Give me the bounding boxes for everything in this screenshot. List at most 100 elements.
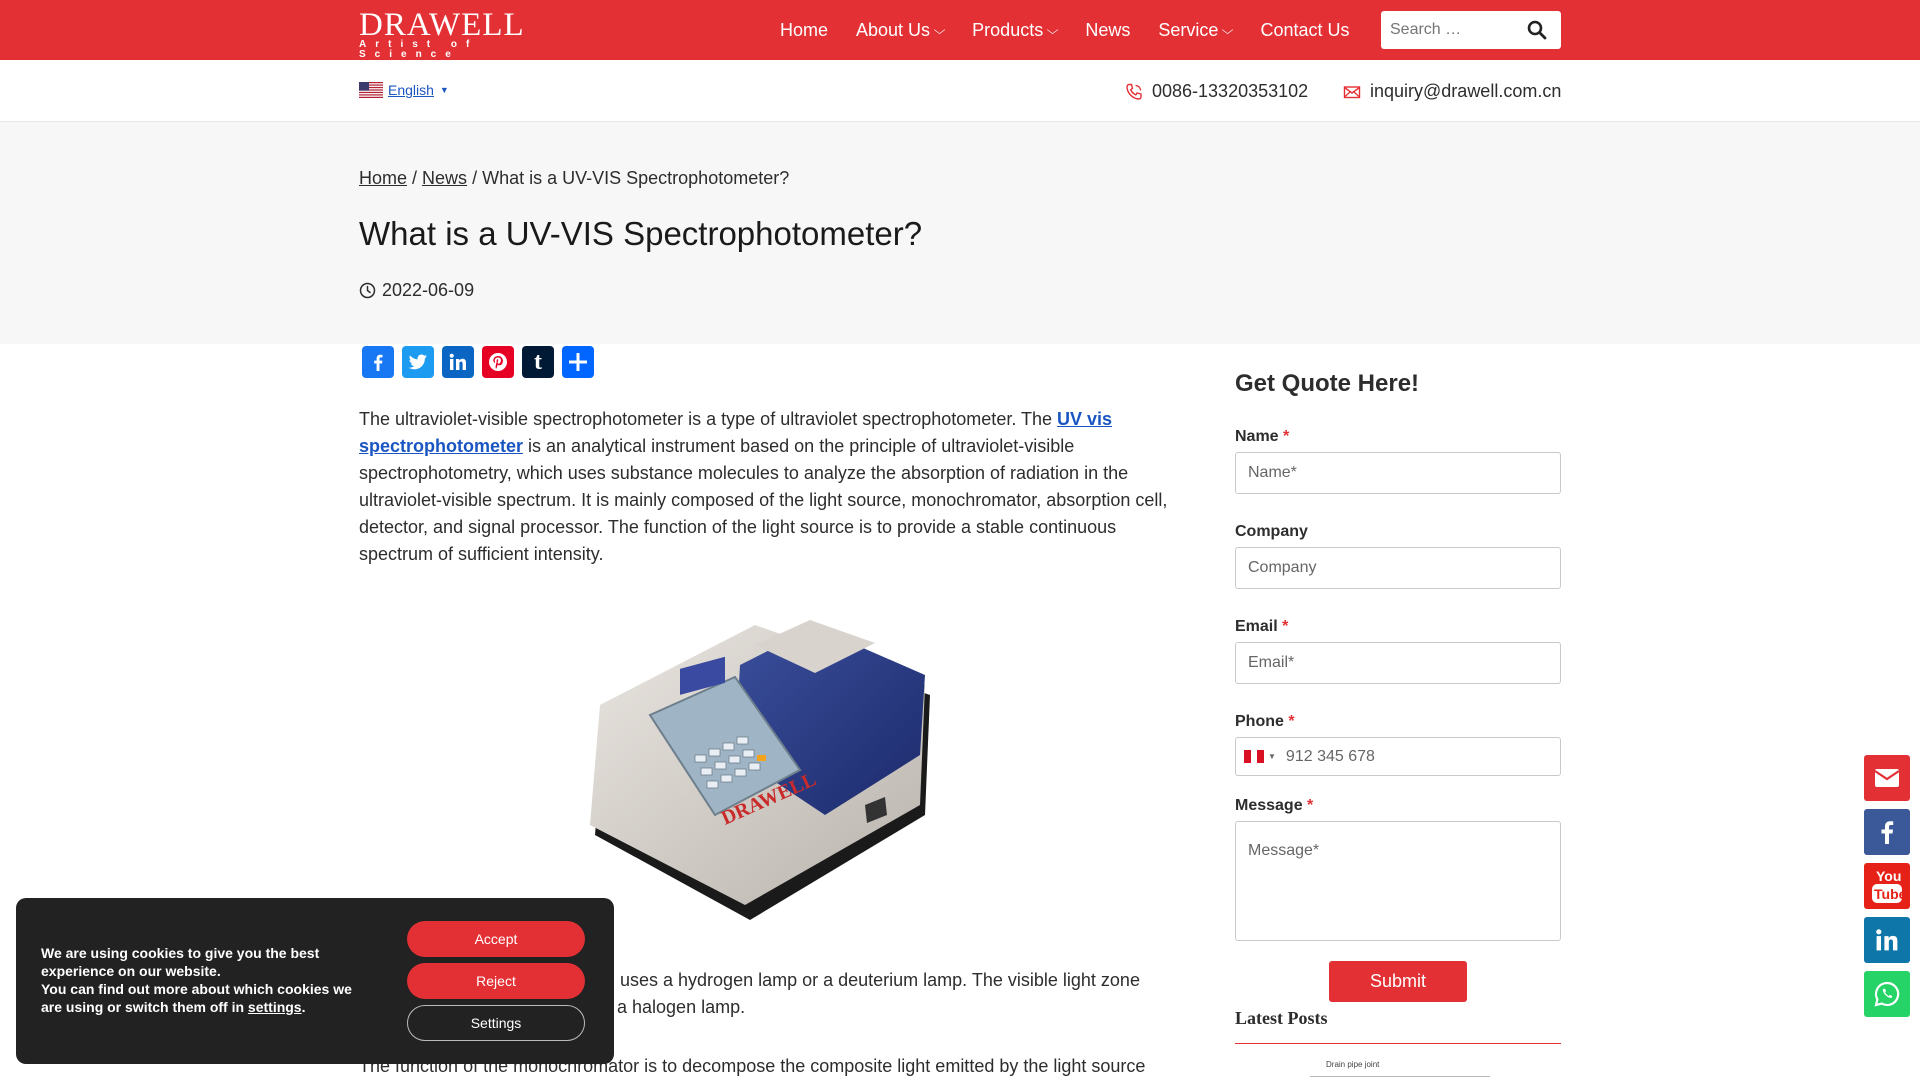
linkedin-share-button[interactable] (442, 346, 474, 378)
cookie-text-part: . (301, 999, 306, 1015)
cookie-consent-banner: We are using cookies to give you the bes… (16, 898, 614, 1064)
post-date: 2022-06-09 (359, 280, 474, 301)
nav-contact-us[interactable]: Contact Us (1260, 20, 1349, 41)
twitter-share-button[interactable] (402, 346, 434, 378)
page-title: What is a UV-VIS Spectrophotometer? (359, 215, 923, 252)
phone-number: 0086-13320353102 (1152, 81, 1309, 101)
required-mark: * (1288, 713, 1295, 730)
chevron-down-icon: ⌵ (933, 22, 946, 37)
linkedin-float-button[interactable] (1864, 917, 1910, 963)
article-paragraph: The ultraviolet-visible spectrophotomete… (359, 406, 1171, 568)
submit-button[interactable]: Submit (1329, 961, 1467, 1002)
mail-icon (1343, 85, 1361, 98)
thumbnail-caption: Drain pipe joint (1326, 1060, 1380, 1069)
search-input[interactable] (1390, 21, 1520, 39)
label-text: Name (1235, 428, 1279, 445)
name-label: Name * (1235, 428, 1561, 446)
youtube-float-button[interactable]: You Tube (1864, 863, 1910, 909)
chevron-down-icon: ⌵ (1046, 22, 1059, 37)
cookie-message-line: We are using cookies to give you the bes… (41, 945, 320, 979)
plus-icon (569, 353, 587, 371)
caret-down-icon: ▼ (439, 85, 449, 95)
nav-products-label: Products (972, 19, 1044, 40)
spectrophotometer-image: DRAWELL (590, 620, 930, 920)
nav-products[interactable]: Products ⌵ (972, 19, 1059, 41)
contact-bar: English ▼ 0086-13320353102 inquiry@drawe… (0, 60, 1920, 122)
nav-about-us[interactable]: About Us ⌵ (856, 20, 946, 41)
paragraph-text: uses a hydrogen lamp or a deuterium lamp… (620, 970, 1140, 990)
breadcrumb-home[interactable]: Home (359, 168, 407, 188)
nav-news[interactable]: News (1085, 20, 1130, 41)
language-label: English (388, 82, 434, 98)
clock-icon (359, 282, 376, 299)
tumblr-icon: t (534, 348, 542, 375)
required-mark: * (1283, 428, 1290, 445)
message-field[interactable]: Message* (1235, 821, 1561, 941)
article-body: The ultraviolet-visible spectrophotomete… (359, 406, 1171, 568)
youtube-icon: You Tube (1872, 868, 1904, 903)
label-text: Email (1235, 618, 1278, 635)
email-field[interactable]: Email* (1235, 642, 1561, 684)
nav-home-label: Home (780, 19, 829, 40)
search-icon[interactable] (1527, 20, 1547, 40)
cookie-settings-link[interactable]: settings (248, 999, 302, 1015)
name-field[interactable]: Name* (1235, 452, 1561, 494)
facebook-share-button[interactable] (362, 346, 394, 378)
email-placeholder: Email* (1248, 654, 1295, 671)
email-float-button[interactable] (1864, 755, 1910, 801)
accept-cookies-button[interactable]: Accept (407, 921, 585, 957)
phone-contact[interactable]: 0086-13320353102 (1125, 81, 1308, 102)
latest-post-thumbnail[interactable]: Drain pipe joint (1310, 1056, 1490, 1080)
page-header: Home / News / What is a UV-VIS Spectroph… (0, 123, 1920, 344)
nav-service[interactable]: Service ⌵ (1158, 20, 1234, 41)
breadcrumb-separator: / (472, 168, 483, 188)
phone-icon (1126, 83, 1142, 100)
company-field[interactable]: Company (1235, 547, 1561, 589)
language-selector[interactable]: English ▼ (359, 82, 449, 98)
message-label: Message * (1235, 797, 1561, 815)
breadcrumb: Home / News / What is a UV-VIS Spectroph… (359, 168, 789, 189)
whatsapp-icon (1874, 981, 1900, 1007)
us-flag-icon (359, 82, 383, 98)
article-paragraph-partial: uses a hydrogen lamp or a deuterium lamp… (617, 967, 1180, 1021)
post-date-text: 2022-06-09 (382, 280, 475, 300)
phone-field[interactable]: ▼ 912 345 678 (1235, 737, 1561, 776)
caret-down-icon[interactable]: ▼ (1268, 752, 1276, 761)
message-placeholder: Message* (1248, 842, 1320, 859)
linkedin-icon (1876, 929, 1898, 951)
quote-form: Get Quote Here! Name * Name* Company Com… (1235, 370, 1561, 1002)
nav-home[interactable]: Home (780, 20, 828, 41)
email-label: Email * (1235, 618, 1561, 636)
tumblr-share-button[interactable]: t (522, 346, 554, 378)
reject-cookies-button[interactable]: Reject (407, 963, 585, 999)
cookie-settings-button[interactable]: Settings (407, 1005, 585, 1041)
nav-news-label: News (1085, 19, 1131, 40)
share-button[interactable] (562, 346, 594, 378)
peru-flag-icon[interactable] (1244, 750, 1265, 763)
pinterest-icon (489, 353, 507, 371)
company-label: Company (1235, 523, 1561, 541)
breadcrumb-separator: / (412, 168, 423, 188)
cookie-message-line: You can find out more about which cookie… (41, 980, 361, 1016)
main-nav: Home About Us ⌵ Products ⌵ News Service ⌵ C… (780, 0, 1378, 60)
paragraph-text: a halogen lamp. (617, 997, 746, 1017)
label-text: Phone (1235, 713, 1284, 730)
linkedin-icon (449, 353, 466, 370)
email-contact[interactable]: inquiry@drawell.com.cn (1343, 81, 1561, 102)
paragraph-text: The ultraviolet-visible spectrophotomete… (359, 409, 1058, 429)
pinterest-share-button[interactable] (482, 346, 514, 378)
floating-social-bar: You Tube (1864, 755, 1910, 1025)
twitter-icon (408, 354, 428, 370)
name-placeholder: Name* (1248, 464, 1297, 481)
breadcrumb-current: What is a UV-VIS Spectrophotometer? (482, 168, 790, 188)
top-nav-bar: DRAWELL Artist of Science Home About Us ⌵… (0, 0, 1920, 60)
drawell-logo[interactable]: DRAWELL Artist of Science (359, 9, 554, 60)
label-text: Company (1235, 523, 1308, 540)
quote-form-title: Get Quote Here! (1235, 370, 1420, 397)
facebook-float-button[interactable] (1864, 809, 1910, 855)
whatsapp-float-button[interactable] (1864, 971, 1910, 1017)
phone-placeholder: 912 345 678 (1285, 747, 1375, 765)
required-mark: * (1307, 797, 1314, 814)
facebook-icon (374, 354, 383, 371)
breadcrumb-news[interactable]: News (422, 168, 467, 188)
